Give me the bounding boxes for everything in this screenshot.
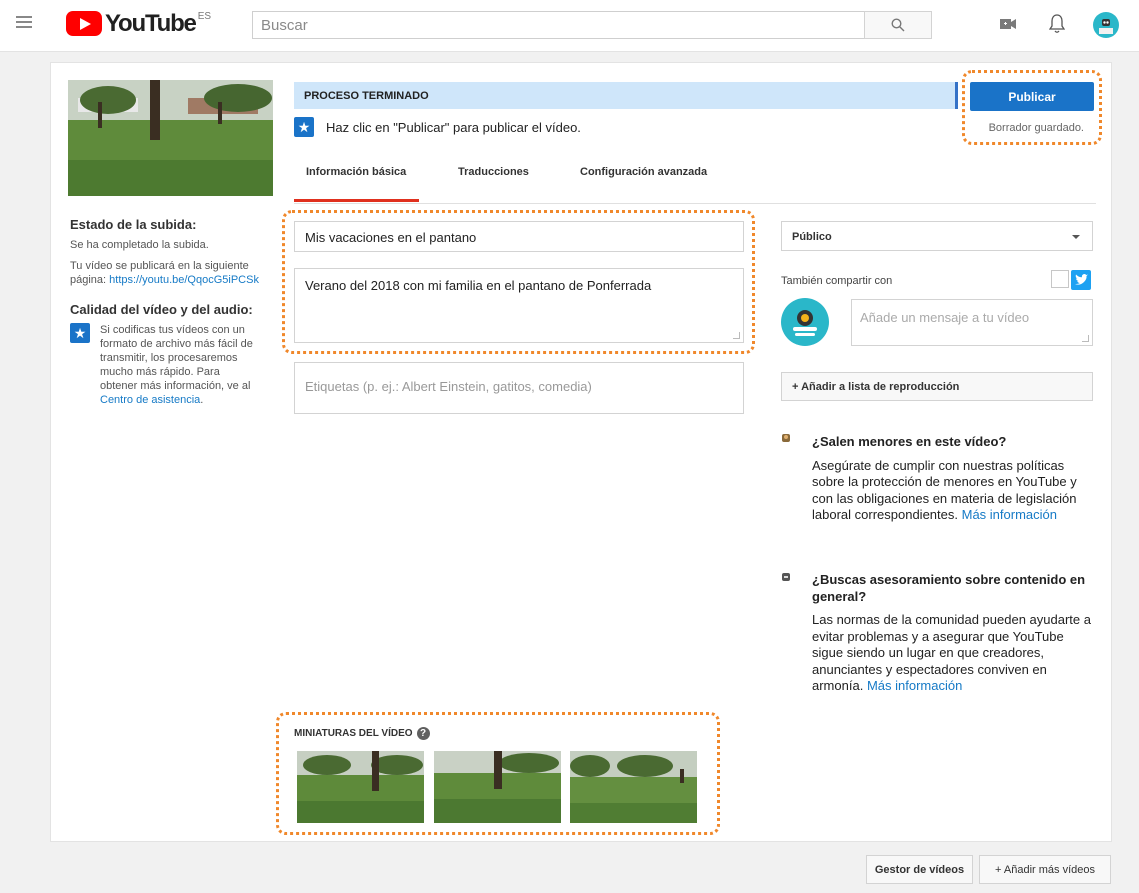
- title-input[interactable]: Mis vacaciones en el pantano: [294, 221, 744, 252]
- avatar[interactable]: [1093, 12, 1119, 38]
- help-icon[interactable]: ?: [416, 727, 430, 740]
- publish-instruction-text: Haz clic en "Publicar" para publicar el …: [326, 119, 581, 135]
- tags-input[interactable]: Etiquetas (p. ej.: Albert Einstein, gati…: [294, 362, 744, 414]
- upload-complete-text: Se ha completado la subida.: [70, 239, 209, 251]
- thumbnail-option-3[interactable]: [570, 751, 697, 823]
- search-icon: [891, 18, 905, 32]
- tab-advanced-settings[interactable]: Configuración avanzada: [580, 166, 707, 178]
- create-video-icon[interactable]: [1000, 18, 1016, 30]
- quality-title: Calidad del vídeo y del audio:: [70, 302, 253, 317]
- minors-info: ¿Salen menores en este vídeo? Asegúrate …: [812, 434, 1094, 524]
- quality-text: Si codificas tus vídeos con un formato d…: [100, 324, 253, 406]
- robot-avatar-icon: [793, 310, 817, 336]
- draft-saved-text: Borrador guardado.: [988, 122, 1084, 134]
- description-textarea[interactable]: Verano del 2018 con mi familia en el pan…: [294, 268, 744, 343]
- thumbnails-label: MINIATURAS DEL VÍDEO ?: [294, 727, 430, 740]
- star-icon: ★: [70, 323, 90, 343]
- add-more-videos-button[interactable]: + Añadir más vídeos: [979, 855, 1111, 884]
- youtube-logo[interactable]: YouTube ES: [66, 11, 211, 36]
- share-label: También compartir con: [781, 275, 893, 287]
- upload-info-column: Estado de la subida: Se ha completado la…: [70, 218, 270, 407]
- minors-title: ¿Salen menores en este vídeo?: [812, 434, 1007, 449]
- resize-handle[interactable]: [1082, 335, 1089, 342]
- logo-country: ES: [197, 11, 212, 22]
- child-icon: [782, 434, 790, 442]
- privacy-select[interactable]: Público: [781, 221, 1093, 251]
- top-bar: YouTube ES Buscar: [0, 0, 1139, 52]
- star-icon: ★: [294, 117, 314, 137]
- upload-status-title: Estado de la subida:: [70, 217, 197, 232]
- publish-button[interactable]: Publicar: [970, 82, 1094, 111]
- advice-more-info-link[interactable]: Más información: [867, 678, 962, 693]
- thumbnail-option-1[interactable]: [297, 751, 424, 823]
- processing-status-banner: PROCESO TERMINADO: [294, 82, 958, 109]
- menu-icon[interactable]: [16, 16, 32, 30]
- guidelines-icon: [782, 573, 790, 581]
- youtube-play-icon: [66, 11, 102, 36]
- advice-text: Las normas de la comunidad pueden ayudar…: [812, 612, 1091, 693]
- publish-page-text: Tu vídeo se publicará en la siguiente pá…: [70, 260, 259, 286]
- publish-instruction: ★ Haz clic en "Publicar" para publicar e…: [294, 117, 581, 137]
- minors-text: Asegúrate de cumplir con nuestras políti…: [812, 457, 1077, 523]
- search-button[interactable]: [864, 11, 932, 39]
- video-manager-button[interactable]: Gestor de vídeos: [866, 855, 973, 884]
- minors-more-info-link[interactable]: Más información: [962, 507, 1057, 522]
- tab-translations[interactable]: Traducciones: [458, 166, 529, 178]
- thumbnail-option-2[interactable]: [434, 751, 561, 823]
- twitter-icon[interactable]: [1071, 270, 1091, 290]
- notifications-bell-icon[interactable]: [1049, 14, 1065, 34]
- active-tab-indicator: [294, 199, 419, 202]
- video-short-link[interactable]: https://youtu.be/QqocG5iPCSk: [109, 274, 259, 286]
- help-center-link[interactable]: Centro de asistencia: [100, 394, 200, 406]
- twitter-share-checkbox[interactable]: [1051, 270, 1069, 288]
- video-preview-image: [68, 80, 273, 196]
- tab-bar: Información básica Traducciones Configur…: [294, 160, 1096, 204]
- search-input[interactable]: Buscar: [252, 11, 864, 39]
- community-advice-info: ¿Buscas asesoramiento sobre contenido en…: [812, 572, 1094, 695]
- add-to-playlist-button[interactable]: + Añadir a lista de reproducción: [781, 372, 1093, 401]
- share-message-input[interactable]: Añade un mensaje a tu vídeo: [851, 299, 1093, 346]
- logo-text: YouTube: [105, 10, 197, 37]
- channel-avatar: [781, 298, 829, 346]
- resize-handle[interactable]: [733, 332, 740, 339]
- tab-basic-info[interactable]: Información básica: [306, 166, 406, 178]
- avatar-robot-icon: [1099, 19, 1113, 34]
- advice-title: ¿Buscas asesoramiento sobre contenido en…: [812, 572, 1086, 604]
- dropdown-arrow-icon: [1072, 235, 1080, 239]
